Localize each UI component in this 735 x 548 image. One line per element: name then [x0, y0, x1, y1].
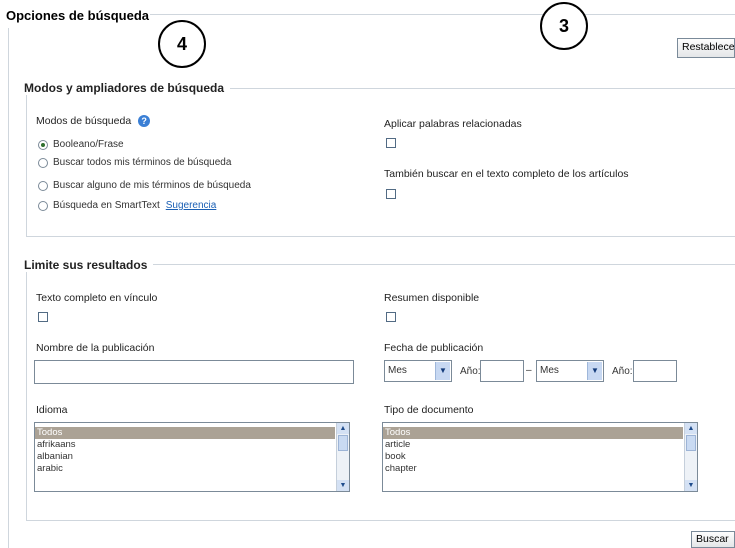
page-title: Opciones de búsqueda [6, 8, 150, 23]
scroll-up-icon[interactable]: ▲ [337, 423, 349, 434]
search-button[interactable]: Buscar [691, 531, 735, 548]
language-listbox[interactable]: Todos afrikaans albanian arabic ▲ ▼ [34, 422, 350, 492]
limits-section-border-left [26, 264, 27, 520]
year-to-label: Año: [612, 366, 633, 377]
month-from-value: Mes [388, 365, 407, 376]
list-item[interactable]: albanian [35, 451, 349, 463]
scroll-down-icon[interactable]: ▼ [337, 480, 349, 491]
radio-unselected[interactable] [38, 180, 48, 191]
radio-unselected[interactable] [38, 157, 48, 168]
abstract-label: Resumen disponible [384, 292, 480, 304]
doctype-listbox[interactable]: Todos article book chapter ▲ ▼ [382, 422, 698, 492]
scroll-thumb[interactable] [338, 435, 348, 451]
chevron-down-icon[interactable]: ▼ [587, 362, 602, 380]
publication-name-input[interactable] [34, 360, 354, 384]
doctype-scrollbar[interactable]: ▲ ▼ [684, 423, 697, 491]
reset-button[interactable]: Restablecer [677, 38, 735, 58]
callout-badge-3: 3 [540, 2, 588, 50]
radio-selected[interactable] [38, 139, 48, 150]
list-item[interactable]: afrikaans [35, 439, 349, 451]
fulltext-search-label: También buscar en el texto completo de l… [384, 168, 629, 180]
language-label: Idioma [36, 404, 68, 416]
month-to-select[interactable]: Mes ▼ [536, 360, 604, 382]
related-words-checkbox[interactable] [386, 138, 396, 148]
hint-link[interactable]: Sugerencia [166, 200, 217, 211]
scroll-up-icon[interactable]: ▲ [685, 423, 697, 434]
list-item[interactable]: Todos [383, 427, 683, 439]
publication-date-label: Fecha de publicación [384, 342, 484, 354]
list-item[interactable]: chapter [383, 463, 697, 475]
mode-option-label: Buscar alguno de mis términos de búsqued… [53, 180, 251, 191]
month-to-value: Mes [540, 365, 559, 376]
question-icon[interactable]: ? [138, 115, 151, 128]
search-modes-label: Modos de búsqueda ? [36, 115, 151, 128]
chevron-down-icon[interactable]: ▼ [435, 362, 450, 380]
mode-option-label: Búsqueda en SmartText [53, 200, 160, 211]
mode-option-all-terms[interactable]: Buscar todos mis términos de búsqueda [38, 157, 231, 168]
list-item[interactable]: arabic [35, 463, 349, 475]
fulltext-search-checkbox[interactable] [386, 189, 396, 199]
year-from-input[interactable] [480, 360, 524, 382]
modes-section-border-left [26, 88, 27, 236]
related-words-label: Aplicar palabras relacionadas [384, 118, 522, 130]
fulltext-link-checkbox[interactable] [38, 312, 48, 322]
publication-name-label: Nombre de la publicación [36, 342, 155, 354]
modes-section-border-bottom [26, 236, 735, 237]
limits-section-border-bottom [26, 520, 735, 521]
callout-badge-4: 4 [158, 20, 206, 68]
month-from-select[interactable]: Mes ▼ [384, 360, 452, 382]
list-item[interactable]: Todos [35, 427, 335, 439]
abstract-checkbox[interactable] [386, 312, 396, 322]
header-divider [150, 14, 735, 15]
mode-option-label: Buscar todos mis términos de búsqueda [53, 157, 232, 168]
limits-section-title: Limite sus resultados [24, 258, 154, 272]
doctype-label: Tipo de documento [384, 404, 474, 416]
search-modes-label-text: Modos de búsqueda [36, 115, 132, 127]
scroll-thumb[interactable] [686, 435, 696, 451]
language-scrollbar[interactable]: ▲ ▼ [336, 423, 349, 491]
year-from-label: Año: [460, 366, 481, 377]
list-item[interactable]: article [383, 439, 697, 451]
left-border [8, 28, 9, 548]
mode-option-boolean[interactable]: Booleano/Frase [38, 139, 124, 150]
scroll-down-icon[interactable]: ▼ [685, 480, 697, 491]
year-to-input[interactable] [633, 360, 677, 382]
modes-section-title: Modos y ampliadores de búsqueda [24, 81, 231, 95]
fulltext-link-label: Texto completo en vínculo [36, 292, 158, 304]
date-range-dash: – [526, 365, 532, 376]
mode-option-label: Booleano/Frase [53, 139, 124, 150]
list-item[interactable]: book [383, 451, 697, 463]
mode-option-any-terms[interactable]: Buscar alguno de mis términos de búsqued… [38, 180, 251, 191]
radio-unselected[interactable] [38, 200, 48, 211]
mode-option-smarttext[interactable]: Búsqueda en SmartText Sugerencia [38, 200, 216, 211]
